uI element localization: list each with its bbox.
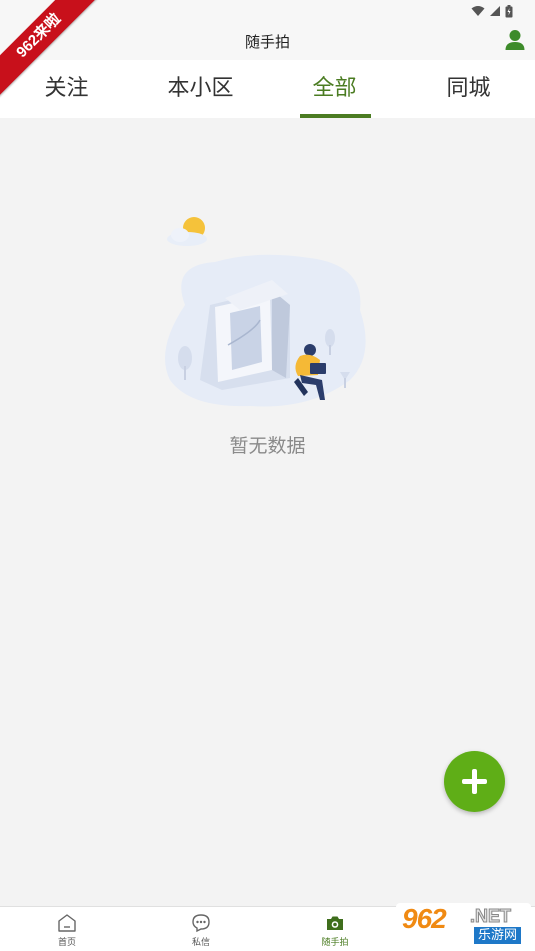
message-icon — [192, 914, 210, 933]
tab-community[interactable]: 本小区 — [134, 60, 267, 118]
nav-label-home: 首页 — [57, 938, 76, 948]
empty-state-illustration — [165, 217, 366, 407]
profile-icon — [459, 915, 477, 932]
nav-label-snapshot: 随手拍 — [321, 938, 349, 948]
nav-item-home[interactable]: 首页 — [0, 907, 134, 951]
tab-all[interactable]: 全部 — [268, 60, 401, 118]
app-screen: 随手拍 关注 本小区 全部 同城 962来啦 暂无数据 首页 私信 随手拍 96… — [0, 0, 535, 951]
battery-icon — [505, 4, 513, 17]
status-bar — [0, 0, 535, 22]
signal-icon — [490, 6, 500, 16]
camera-icon — [327, 916, 343, 930]
nav-label-messages: 私信 — [191, 938, 210, 948]
tab-bar: 关注 本小区 全部 同城 — [0, 60, 535, 118]
content-area: 暂无数据 — [0, 118, 535, 906]
tab-following[interactable]: 关注 — [0, 60, 133, 118]
home-icon — [58, 914, 76, 932]
bottom-navigation: 首页 私信 随手拍 — [0, 906, 535, 951]
user-icon — [505, 30, 525, 50]
tab-same-city[interactable]: 同城 — [402, 60, 535, 118]
nav-item-profile[interactable] — [401, 907, 535, 951]
status-icons — [471, 3, 513, 19]
add-post-button[interactable] — [444, 751, 505, 812]
user-profile-button[interactable] — [504, 29, 526, 53]
title-bar: 随手拍 — [0, 22, 535, 60]
empty-state-text: 暂无数据 — [229, 435, 306, 457]
wifi-icon — [471, 6, 485, 16]
sun-cloud-icon — [167, 217, 207, 246]
nav-item-messages[interactable]: 私信 — [134, 907, 268, 951]
nav-item-snapshot[interactable]: 随手拍 — [268, 907, 402, 951]
page-title: 随手拍 — [244, 33, 290, 51]
